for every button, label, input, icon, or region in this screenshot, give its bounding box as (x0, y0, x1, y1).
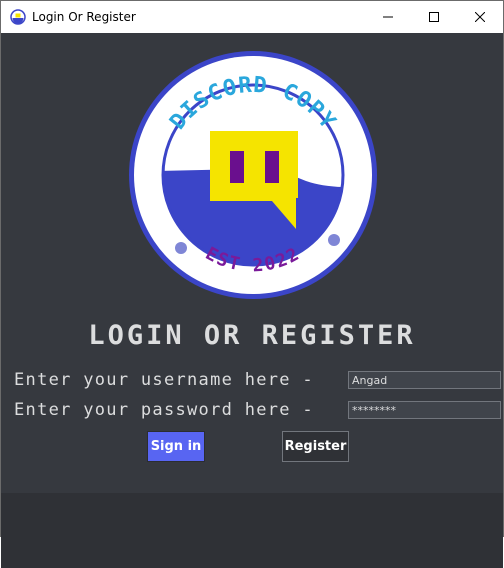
discord-copy-logo: DISCORD COPY EST 2022 (129, 51, 377, 299)
minimize-button[interactable] (365, 1, 411, 33)
maximize-icon (429, 12, 439, 22)
minimize-icon (383, 16, 393, 18)
app-logo-icon (10, 9, 26, 25)
title-bar[interactable]: Login Or Register (1, 1, 503, 33)
window-title: Login Or Register (32, 10, 136, 24)
username-field[interactable] (348, 371, 501, 389)
password-field[interactable] (348, 401, 501, 419)
password-label: Enter your password here - (14, 400, 314, 420)
mascot-right-eye (265, 151, 279, 183)
login-window: Login Or Register DISCORD COPY EST 2022 … (0, 0, 504, 568)
register-button[interactable]: Register (282, 431, 349, 462)
footer-area (1, 493, 503, 568)
logo-right-dot (328, 234, 340, 246)
mascot-left-eye (230, 151, 244, 183)
username-label: Enter your username here - (14, 370, 314, 390)
close-button[interactable] (457, 1, 503, 33)
close-icon (475, 12, 485, 22)
page-title: LOGIN OR REGISTER (88, 320, 416, 351)
maximize-button[interactable] (411, 1, 457, 33)
logo-left-dot (175, 242, 187, 254)
sign-in-button[interactable]: Sign in (147, 431, 205, 462)
